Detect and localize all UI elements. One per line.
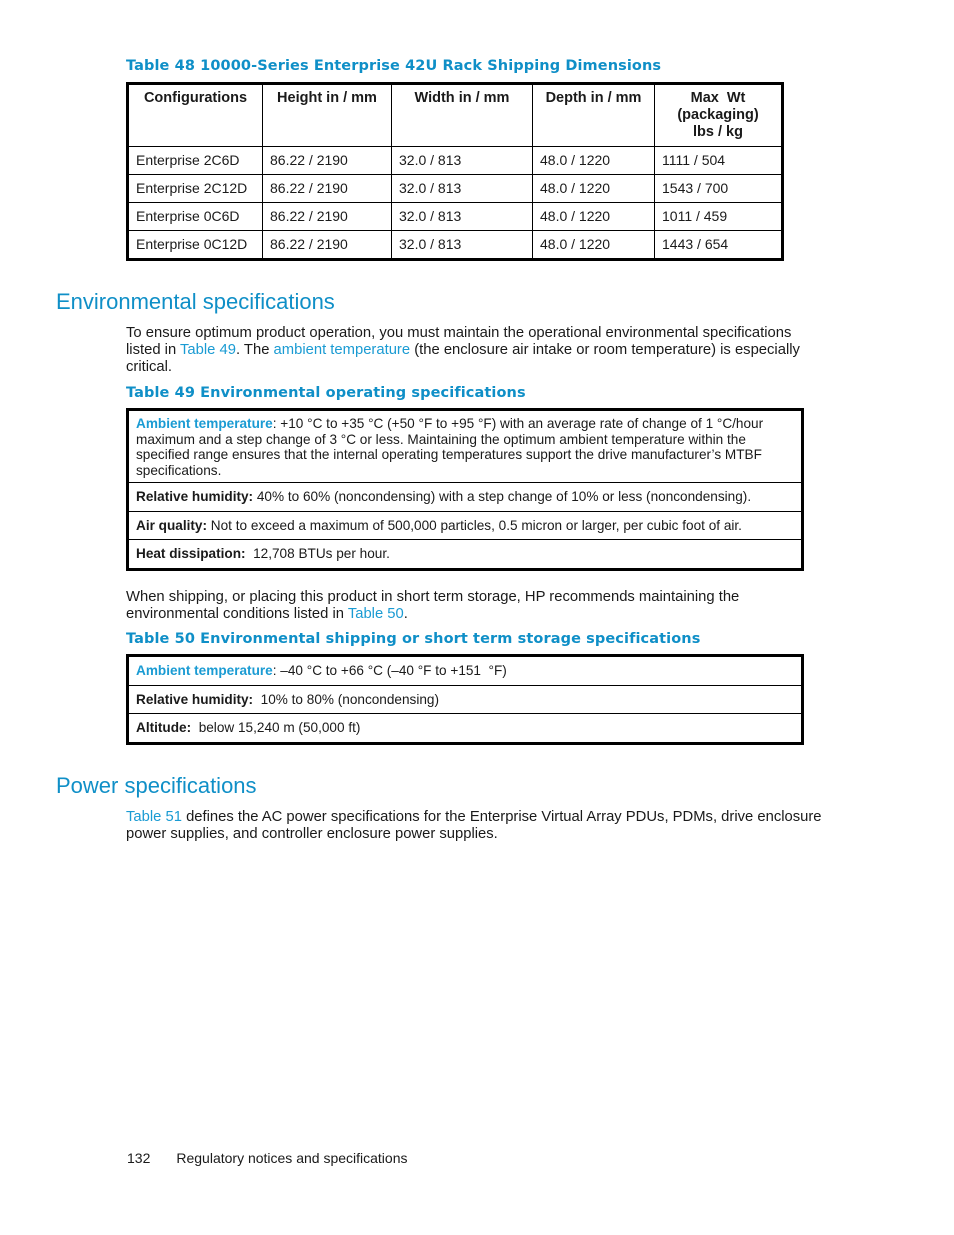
cell-weight: 1011 / 459 (654, 202, 783, 231)
cell-height: 86.22 / 2190 (262, 202, 392, 231)
table-50-caption: Table 50 Environmental shipping or short… (126, 631, 701, 647)
spec-label: Relative humidity: (136, 489, 254, 504)
chapter-title: Regulatory notices and specifications (176, 1150, 408, 1166)
cell-width: 32.0 / 813 (391, 146, 533, 175)
header-depth: Depth in / mm (532, 83, 655, 147)
spec-heat-dissipation: Heat dissipation: 12,708 BTUs per hour. (127, 539, 803, 570)
table-row: Enterprise 0C12D 86.22 / 2190 32.0 / 813… (127, 230, 783, 260)
spec-altitude: Altitude: below 15,240 m (50,000 ft) (127, 713, 803, 744)
spec-air-quality: Air quality: Not to exceed a maximum of … (127, 510, 803, 540)
spec-label: Air quality: (136, 517, 207, 533)
table-49-link[interactable]: Table 49 (180, 342, 236, 358)
spec-value: Not to exceed a maximum of 500,000 parti… (210, 517, 742, 533)
page-footer: 132 Regulatory notices and specifications (127, 1150, 408, 1166)
table-49: Ambient temperature: +10 °C to +35 °C (+… (126, 408, 804, 571)
table-row: Heat dissipation: 12,708 BTUs per hour. (127, 539, 803, 570)
cell-height: 86.22 / 2190 (262, 174, 392, 203)
paragraph-text: . The (235, 342, 274, 358)
cell-config: Enterprise 0C6D (127, 202, 263, 231)
table-row: Altitude: below 15,240 m (50,000 ft) (127, 713, 803, 744)
table-row: Ambient temperature: –40 °C to +66 °C (–… (127, 655, 803, 686)
cell-weight: 1443 / 654 (654, 230, 783, 260)
header-max-wt-line2: (packaging) (677, 107, 759, 123)
cell-height: 86.22 / 2190 (262, 146, 392, 175)
header-max-wt: Max Wt (packaging) lbs / kg (654, 83, 783, 147)
cell-weight: 1543 / 700 (654, 174, 783, 203)
environmental-specifications-heading: Environmental specifications (56, 289, 335, 314)
spec-value: 12,708 BTUs per hour. (253, 546, 390, 561)
cell-width: 32.0 / 813 (391, 174, 533, 203)
spec-label: Heat dissipation: (136, 546, 246, 561)
table-48: Configurations Height in / mm Width in /… (126, 82, 784, 261)
spec-value: –40 °C to +66 °C (–40 °F to +151 °F) (280, 663, 507, 678)
table-row: Ambient temperature: +10 °C to +35 °C (+… (127, 409, 803, 483)
table-row: Relative humidity: 10% to 80% (nonconden… (127, 684, 803, 714)
spec-relative-humidity: Relative humidity: 10% to 80% (nonconden… (127, 684, 803, 714)
separator (246, 546, 254, 561)
power-intro-paragraph: Table 51 defines the AC power specificat… (126, 809, 838, 843)
table-header-row: Configurations Height in / mm Width in /… (127, 83, 783, 147)
table-48-caption: Table 48 10000-Series Enterprise 42U Rac… (126, 58, 662, 74)
table-row: Enterprise 2C12D 86.22 / 2190 32.0 / 813… (127, 174, 783, 203)
separator (253, 692, 261, 707)
cell-weight: 1111 / 504 (654, 146, 783, 175)
spec-value: 10% to 80% (noncondensing) (260, 691, 440, 707)
spec-value: 40% to 60% (noncondensing) with a step c… (256, 489, 752, 504)
power-specifications-heading: Power specifications (56, 773, 257, 798)
page-number: 132 (127, 1150, 151, 1166)
header-width: Width in / mm (391, 83, 533, 147)
table-51-link[interactable]: Table 51 (126, 809, 182, 825)
table-row: Enterprise 2C6D 86.22 / 2190 32.0 / 813 … (127, 146, 783, 175)
cell-depth: 48.0 / 1220 (532, 146, 655, 175)
environmental-intro-paragraph: To ensure optimum product operation, you… (126, 325, 826, 376)
spec-ambient-temperature: Ambient temperature: +10 °C to +35 °C (+… (127, 409, 803, 483)
paragraph-text: . (403, 606, 408, 622)
ambient-temperature-label-link[interactable]: Ambient temperature (136, 663, 273, 678)
spec-relative-humidity: Relative humidity: 40% to 60% (nonconden… (127, 482, 803, 512)
table-49-caption: Table 49 Environmental operating specifi… (126, 385, 526, 401)
table-50: Ambient temperature: –40 °C to +66 °C (–… (126, 654, 804, 745)
header-max-wt-line3: lbs / kg (693, 124, 743, 140)
ambient-temperature-label-link[interactable]: Ambient temperature (136, 416, 273, 431)
table-row: Air quality: Not to exceed a maximum of … (127, 510, 803, 540)
cell-width: 32.0 / 813 (391, 230, 533, 260)
cell-depth: 48.0 / 1220 (532, 202, 655, 231)
table-row: Enterprise 0C6D 86.22 / 2190 32.0 / 813 … (127, 202, 783, 231)
table-50-link[interactable]: Table 50 (348, 606, 404, 622)
table-row: Relative humidity: 40% to 60% (nonconden… (127, 482, 803, 512)
header-configurations: Configurations (127, 83, 263, 147)
separator (191, 720, 199, 735)
cell-width: 32.0 / 813 (391, 202, 533, 231)
spec-ambient-temperature: Ambient temperature: –40 °C to +66 °C (–… (127, 655, 803, 686)
header-max-wt-line1: Max Wt (690, 90, 746, 106)
cell-config: Enterprise 2C12D (127, 174, 263, 203)
spec-label: Altitude: (136, 720, 192, 735)
cell-height: 86.22 / 2190 (262, 230, 392, 260)
ambient-temperature-link[interactable]: ambient temperature (274, 342, 411, 358)
paragraph-text: defines the AC power specifications for … (126, 809, 822, 842)
spec-label: Relative humidity: (136, 691, 254, 707)
cell-config: Enterprise 0C12D (127, 230, 263, 260)
header-height: Height in / mm (262, 83, 392, 147)
cell-depth: 48.0 / 1220 (532, 230, 655, 260)
paragraph-text: When shipping, or placing this product i… (126, 589, 740, 622)
cell-depth: 48.0 / 1220 (532, 174, 655, 203)
spec-value: below 15,240 m (50,000 ft) (198, 720, 361, 735)
shipping-paragraph: When shipping, or placing this product i… (126, 589, 786, 623)
cell-config: Enterprise 2C6D (127, 146, 263, 175)
